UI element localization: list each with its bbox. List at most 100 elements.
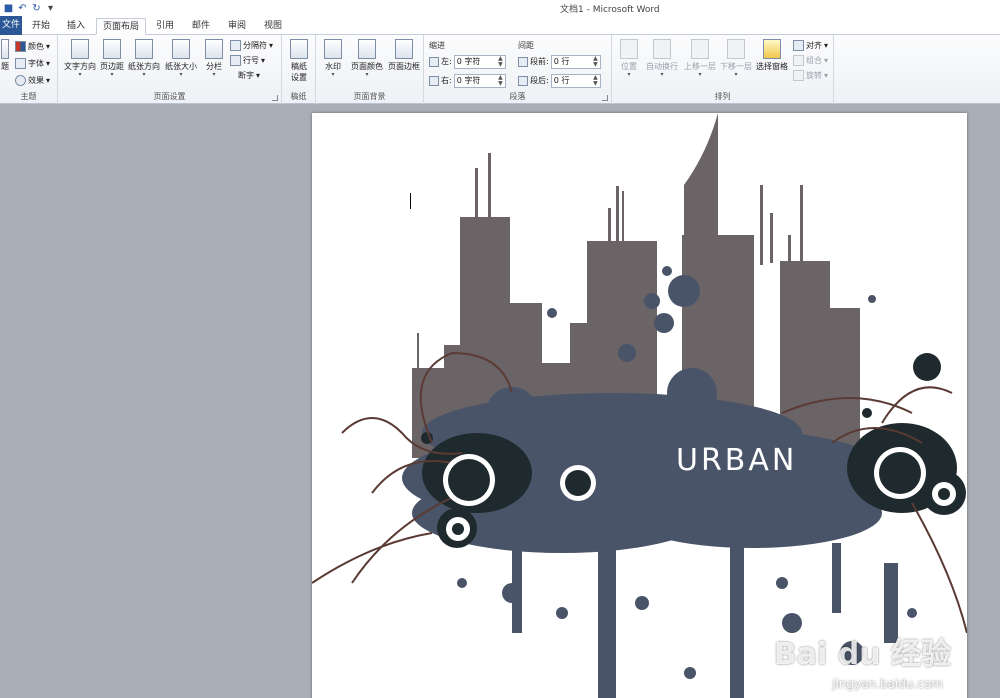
- page-borders-icon: [395, 39, 413, 59]
- group-page-background: 水印 ▾ 页面颜色 ▾ 页面边框 页面背景: [316, 35, 424, 104]
- group-paragraph: 缩进 间距 左: 0 字符 ▲ ▼ 右: 0 字符 ▲ ▼ 段前: 0 行 ▲ ▼: [424, 35, 612, 104]
- ribbon-tabs: 文件 开始 插入 页面布局 引用 邮件 审阅 视图: [0, 16, 1000, 35]
- align-button[interactable]: 对齐 ▾: [793, 39, 828, 52]
- effects-icon: [15, 75, 26, 86]
- text-cursor: [410, 193, 411, 209]
- bring-forward-button[interactable]: 上移一层 ▾: [682, 39, 718, 78]
- line-numbers-icon: [230, 55, 241, 66]
- margins-button[interactable]: 页边距 ▾: [98, 39, 126, 78]
- paper-size-icon: [172, 39, 190, 59]
- margins-icon: [103, 39, 121, 59]
- size-button[interactable]: 纸张大小 ▾: [162, 39, 200, 78]
- wrap-text-button[interactable]: 自动换行 ▾: [644, 39, 680, 78]
- group-label-background: 页面背景: [353, 92, 386, 101]
- spacing-after-icon: [518, 75, 528, 86]
- page-color-icon: [358, 39, 376, 59]
- document-page[interactable]: URBAN Bai du 经验 jingyan.baidu.com: [312, 113, 967, 698]
- hyphenation-button[interactable]: 断字 ▾: [230, 69, 260, 82]
- draft-paper-icon: [290, 39, 308, 59]
- send-backward-button[interactable]: 下移一层 ▾: [718, 39, 754, 78]
- tab-home[interactable]: 开始: [26, 18, 56, 35]
- title-bar: ■ ↶ ↻ ▾ 文档1 - Microsoft Word: [0, 0, 1000, 16]
- selection-pane-icon: [763, 39, 781, 59]
- theme-effects-button[interactable]: 效果 ▾: [15, 74, 50, 87]
- orientation-icon: [135, 39, 153, 59]
- spinner-icon[interactable]: ▲ ▼: [593, 55, 598, 68]
- indent-label: 缩进: [429, 41, 445, 50]
- group-page-setup: 文字方向 ▾ 页边距 ▾ 纸张方向 ▾ 纸张大小 ▾ 分栏 ▾ 分隔符 ▾ 行号…: [58, 35, 282, 104]
- rotate-button[interactable]: 旋转 ▾: [793, 69, 828, 82]
- spacing-after-input[interactable]: 0 行 ▲ ▼: [550, 73, 601, 88]
- group-label-page-setup: 页面设置: [153, 92, 186, 101]
- window-title: 文档1 - Microsoft Word: [560, 5, 660, 15]
- columns-icon: [205, 39, 223, 59]
- ribbon: 题 颜色 ▾ 字体 ▾ 效果 ▾ 主题 文字方向 ▾ 页边距 ▾ 纸张方向 ▾ …: [0, 35, 1000, 104]
- colors-icon: [15, 41, 26, 52]
- group-label-arrange: 排列: [714, 92, 731, 101]
- spacing-before-icon: [518, 56, 528, 67]
- group-arrange: 位置 ▾ 自动换行 ▾ 上移一层 ▾ 下移一层 ▾ 选择窗格 对齐▾ 组合▾: [612, 35, 834, 104]
- spinner-icon[interactable]: ▲ ▼: [593, 74, 598, 87]
- watermark-icon: [324, 39, 342, 59]
- indent-left-input[interactable]: 0 字符 ▲ ▼: [453, 54, 506, 69]
- redo-icon[interactable]: ↻: [31, 3, 42, 14]
- page-color-button[interactable]: 页面颜色 ▾: [348, 39, 386, 78]
- spacing-after-field: 段后: 0 行 ▲ ▼: [518, 73, 601, 88]
- paragraph-launcher-icon[interactable]: [602, 95, 608, 101]
- columns-button[interactable]: 分栏 ▾: [202, 39, 226, 78]
- line-numbers-button[interactable]: 行号 ▾: [230, 54, 265, 67]
- text-direction-icon: [71, 39, 89, 59]
- breaks-button[interactable]: 分隔符 ▾: [230, 39, 273, 52]
- bring-forward-icon: [691, 39, 709, 59]
- themes-button[interactable]: 题: [0, 39, 10, 72]
- position-icon: [620, 39, 638, 59]
- urban-text: URBAN: [676, 443, 798, 478]
- watermark-button[interactable]: 水印 ▾: [320, 39, 346, 78]
- tab-references[interactable]: 引用: [150, 18, 180, 35]
- group-icon: [793, 55, 804, 66]
- theme-fonts-button[interactable]: 字体 ▾: [15, 57, 50, 70]
- text-direction-button[interactable]: 文字方向 ▾: [62, 39, 98, 78]
- spinner-icon[interactable]: ▲ ▼: [498, 55, 503, 68]
- group-themes: 题 颜色 ▾ 字体 ▾ 效果 ▾ 主题: [0, 35, 58, 104]
- group-objects-button[interactable]: 组合 ▾: [793, 54, 828, 67]
- indent-left-field: 左: 0 字符 ▲ ▼: [429, 54, 506, 69]
- position-button[interactable]: 位置 ▾: [616, 39, 642, 78]
- customize-toolbar-icon[interactable]: ▾: [45, 3, 56, 14]
- spacing-label: 间距: [518, 41, 534, 50]
- breaks-icon: [230, 40, 241, 51]
- tab-view[interactable]: 视图: [258, 18, 288, 35]
- spinner-icon[interactable]: ▲ ▼: [498, 74, 503, 87]
- baidu-watermark-url: jingyan.baidu.com: [832, 677, 943, 691]
- tab-insert[interactable]: 插入: [60, 18, 92, 35]
- theme-colors-button[interactable]: 颜色 ▾: [15, 40, 50, 53]
- align-icon: [793, 40, 804, 51]
- hyphenation-icon: [230, 70, 236, 81]
- indent-right-field: 右: 0 字符 ▲ ▼: [429, 73, 506, 88]
- group-label-paragraph: 段落: [509, 92, 526, 101]
- tab-review[interactable]: 审阅: [222, 18, 252, 35]
- tab-file[interactable]: 文件: [0, 16, 22, 35]
- quick-access-toolbar: ■ ↶ ↻ ▾: [0, 0, 56, 16]
- tab-page-layout[interactable]: 页面布局: [96, 18, 146, 35]
- send-backward-icon: [727, 39, 745, 59]
- group-draft-paper: 稿纸 设置 稿纸: [282, 35, 316, 104]
- spacing-before-input[interactable]: 0 行 ▲ ▼: [550, 54, 601, 69]
- page-borders-button[interactable]: 页面边框: [386, 39, 422, 72]
- page-setup-launcher-icon[interactable]: [272, 95, 278, 101]
- orientation-button[interactable]: 纸张方向 ▾: [126, 39, 162, 78]
- baidu-watermark: Bai du 经验: [773, 637, 951, 672]
- fonts-icon: [15, 58, 26, 69]
- themes-icon: [1, 39, 9, 59]
- wrap-text-icon: [653, 39, 671, 59]
- draft-settings-button[interactable]: 稿纸 设置: [286, 39, 312, 83]
- indent-left-icon: [429, 56, 439, 67]
- save-icon[interactable]: ■: [3, 3, 14, 14]
- spacing-before-field: 段前: 0 行 ▲ ▼: [518, 54, 601, 69]
- tab-mailings[interactable]: 邮件: [186, 18, 216, 35]
- undo-icon[interactable]: ↶: [17, 3, 28, 14]
- selection-pane-button[interactable]: 选择窗格: [754, 39, 790, 72]
- group-label-themes: 主题: [20, 92, 37, 101]
- indent-right-icon: [429, 75, 439, 86]
- indent-right-input[interactable]: 0 字符 ▲ ▼: [453, 73, 506, 88]
